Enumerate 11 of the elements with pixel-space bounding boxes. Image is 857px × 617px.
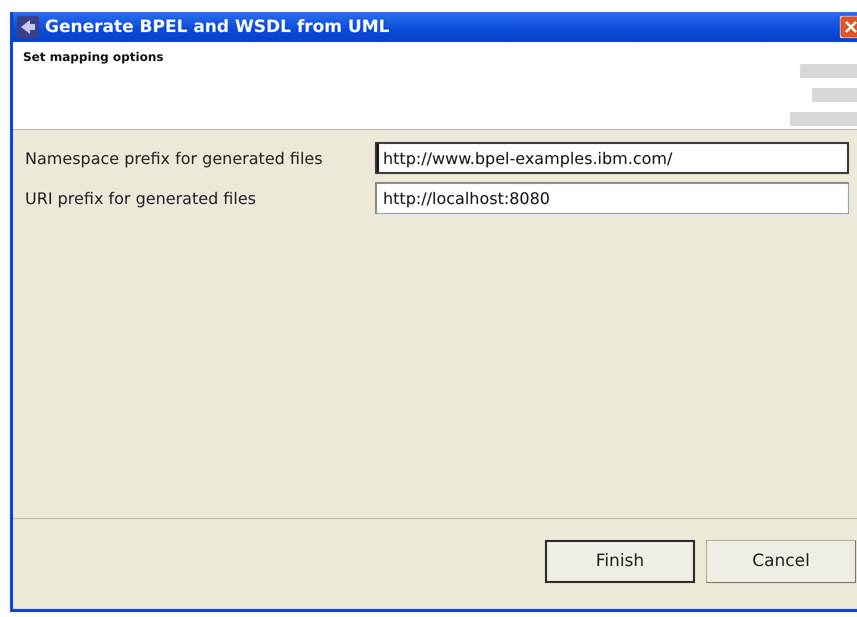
field-label: Namespace prefix for generated files <box>25 148 324 168</box>
finish-button[interactable]: Finish <box>545 540 695 582</box>
close-icon[interactable] <box>840 16 857 38</box>
wizard-banner-icon <box>790 64 857 126</box>
app-icon <box>17 16 39 38</box>
text-field[interactable]: http://localhost:8080 <box>375 182 849 214</box>
cancel-button[interactable]: Cancel <box>706 540 856 582</box>
text-field[interactable]: http://www.bpel-examples.ibm.com/ <box>375 142 849 174</box>
window-title: Generate BPEL and WSDL from UML <box>45 17 390 37</box>
field-label: URI prefix for generated files <box>25 188 258 208</box>
page-title: Set mapping options <box>23 50 164 66</box>
